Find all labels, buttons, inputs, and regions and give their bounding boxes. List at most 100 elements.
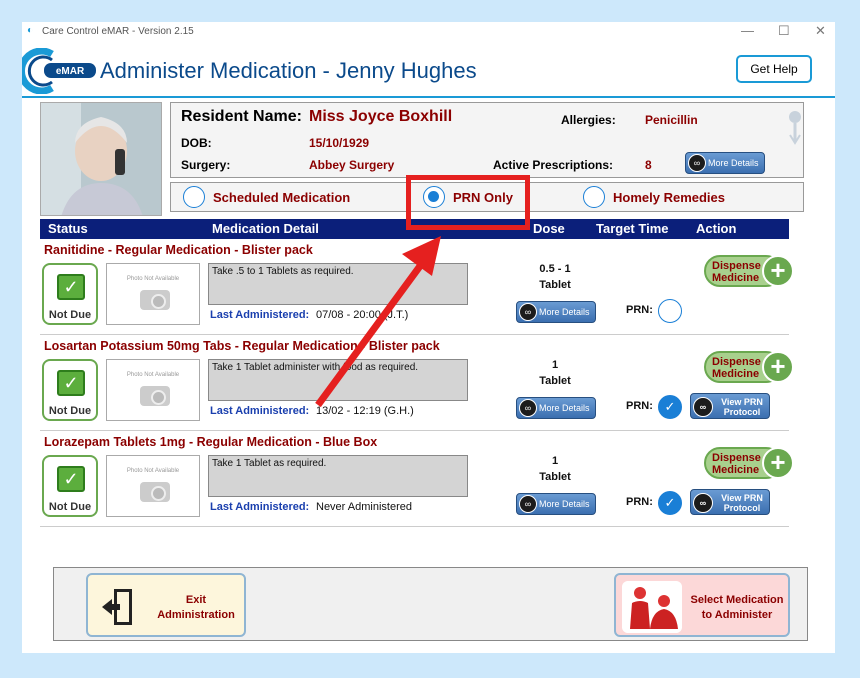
dose: 1 Tablet bbox=[520, 357, 590, 389]
camera-icon bbox=[140, 290, 170, 310]
prn-label: PRN: bbox=[626, 304, 653, 316]
select-label-1: Select Medication bbox=[690, 594, 784, 606]
allergies-value: Penicillin bbox=[645, 113, 698, 127]
select-label-2: to Administer bbox=[701, 609, 773, 621]
header-target-time: Target Time bbox=[596, 221, 669, 236]
medication-more-details-button[interactable]: ∞ More Details bbox=[516, 397, 596, 419]
header-dose: Dose bbox=[533, 221, 565, 236]
homely-remedies-radio[interactable] bbox=[583, 186, 605, 208]
exit-label-1: Exit bbox=[185, 594, 207, 606]
medication-photo-placeholder: Photo Not Available bbox=[106, 359, 200, 421]
dispense-label: Dispense bbox=[712, 356, 761, 368]
medication-instructions: Take 1 Tablet administer with food as re… bbox=[208, 359, 468, 401]
binoculars-icon: ∞ bbox=[519, 399, 537, 417]
binoculars-icon: ∞ bbox=[688, 154, 706, 172]
plus-icon: + bbox=[762, 255, 794, 287]
dispense-medicine-button[interactable]: Dispense Medicine + bbox=[704, 351, 794, 383]
scheduled-medication-radio[interactable] bbox=[183, 186, 205, 208]
scheduled-medication-label[interactable]: Scheduled Medication bbox=[213, 190, 350, 205]
view-prn-protocol-button[interactable]: ∞ View PRN Protocol bbox=[690, 489, 770, 515]
logo-badge-text: eMAR bbox=[56, 66, 85, 77]
dispense-label: Dispense bbox=[712, 452, 761, 464]
last-administered-value: 13/02 - 12:19 (G.H.) bbox=[316, 405, 414, 417]
dose-unit: Tablet bbox=[539, 471, 571, 483]
prn-check-icon: ✓ bbox=[658, 395, 682, 419]
medication-row: Ranitidine - Regular Medication - Bliste… bbox=[40, 243, 794, 335]
select-medication-button[interactable]: Select Medication to Administer bbox=[614, 573, 790, 637]
more-details-label: More Details bbox=[539, 499, 590, 509]
camera-icon bbox=[140, 482, 170, 502]
last-administered-label: Last Administered: bbox=[210, 309, 310, 321]
dispense-label: Dispense bbox=[712, 260, 761, 272]
active-prescriptions-count: 8 bbox=[645, 158, 652, 172]
app-window: ◐ Care Control eMAR - Version 2.15 — ☐ ✕… bbox=[22, 22, 835, 653]
app-icon: ◐ bbox=[27, 25, 34, 36]
dispense-medicine-button[interactable]: Dispense Medicine + bbox=[704, 255, 794, 287]
medication-instructions: Take 1 Tablet as required. bbox=[208, 455, 468, 497]
protocol-label: Protocol bbox=[723, 503, 761, 513]
last-administered-label: Last Administered: bbox=[210, 501, 310, 513]
binoculars-icon: ∞ bbox=[519, 303, 537, 321]
medication-photo-placeholder: Photo Not Available bbox=[106, 455, 200, 517]
view-prn-label: View PRN bbox=[721, 397, 763, 407]
medication-instructions: Take .5 to 1 Tablets as required. bbox=[208, 263, 468, 305]
status-box[interactable]: ✓ Not Due bbox=[42, 263, 98, 325]
resident-more-details-button[interactable]: ∞ More Details bbox=[685, 152, 765, 174]
last-administered-value: Never Administered bbox=[316, 501, 412, 513]
header-medication-detail: Medication Detail bbox=[212, 221, 319, 236]
medication-row: Lorazepam Tablets 1mg - Regular Medicati… bbox=[40, 435, 794, 527]
active-prescriptions-label: Active Prescriptions: bbox=[493, 158, 614, 172]
photo-caption: Photo Not Available bbox=[126, 372, 180, 378]
dose: 1 Tablet bbox=[520, 453, 590, 485]
more-details-label: More Details bbox=[708, 158, 759, 168]
medication-row: Losartan Potassium 50mg Tabs - Regular M… bbox=[40, 339, 794, 431]
maximize-button[interactable]: ☐ bbox=[778, 23, 790, 39]
emar-logo: eMAR bbox=[22, 48, 96, 94]
surgery-label: Surgery: bbox=[181, 158, 231, 172]
dose: 0.5 - 1 Tablet bbox=[520, 261, 590, 293]
dose-amount: 0.5 - 1 bbox=[539, 263, 571, 275]
checkmark-icon: ✓ bbox=[57, 466, 85, 492]
close-button[interactable]: ✕ bbox=[815, 23, 826, 39]
status-box[interactable]: ✓ Not Due bbox=[42, 359, 98, 421]
status-box[interactable]: ✓ Not Due bbox=[42, 455, 98, 517]
medication-title: Lorazepam Tablets 1mg - Regular Medicati… bbox=[44, 435, 378, 449]
last-administered-value: 07/08 - 20:00 (J.T.) bbox=[316, 309, 409, 321]
exit-door-icon bbox=[102, 589, 132, 625]
medication-more-details-button[interactable]: ∞ More Details bbox=[516, 301, 596, 323]
more-details-label: More Details bbox=[539, 307, 590, 317]
header-status: Status bbox=[48, 221, 88, 236]
camera-icon bbox=[140, 386, 170, 406]
view-prn-protocol-button[interactable]: ∞ View PRN Protocol bbox=[690, 393, 770, 419]
dose-amount: 1 bbox=[551, 359, 559, 371]
exit-administration-button[interactable]: Exit Administration bbox=[86, 573, 246, 637]
dob-label: DOB: bbox=[181, 136, 212, 150]
photo-caption: Photo Not Available bbox=[126, 276, 180, 282]
minimize-button[interactable]: — bbox=[741, 23, 754, 38]
homely-remedies-label[interactable]: Homely Remedies bbox=[613, 190, 725, 205]
status-label: Not Due bbox=[48, 405, 92, 417]
medication-photo-placeholder: Photo Not Available bbox=[106, 263, 200, 325]
prn-check-icon: ✓ bbox=[658, 491, 682, 515]
protocol-label: Protocol bbox=[723, 407, 761, 417]
binoculars-icon: ∞ bbox=[519, 495, 537, 513]
plus-icon: + bbox=[762, 447, 794, 479]
title-bar: ◐ Care Control eMAR - Version 2.15 — ☐ ✕ bbox=[22, 22, 835, 42]
get-help-button[interactable]: Get Help bbox=[736, 55, 812, 83]
medication-more-details-button[interactable]: ∞ More Details bbox=[516, 493, 596, 515]
medication-title: Ranitidine - Regular Medication - Bliste… bbox=[44, 243, 313, 257]
view-prn-label: View PRN bbox=[721, 493, 763, 503]
binoculars-icon: ∞ bbox=[693, 397, 713, 417]
dispense-medicine-button[interactable]: Dispense Medicine + bbox=[704, 447, 794, 479]
medicine-label: Medicine bbox=[712, 464, 760, 476]
exit-label-2: Administration bbox=[157, 609, 235, 621]
status-label: Not Due bbox=[48, 309, 92, 321]
dose-amount: 1 bbox=[551, 455, 559, 467]
footer-bar: Exit Administration Select Medication to A… bbox=[53, 567, 808, 641]
pin-icon bbox=[789, 111, 801, 145]
resident-photo bbox=[40, 102, 162, 216]
resident-name-label: Resident Name: bbox=[181, 108, 302, 125]
prn-label: PRN: bbox=[626, 400, 653, 412]
resident-name: Miss Joyce Boxhill bbox=[309, 108, 453, 125]
medication-title: Losartan Potassium 50mg Tabs - Regular M… bbox=[44, 339, 440, 353]
